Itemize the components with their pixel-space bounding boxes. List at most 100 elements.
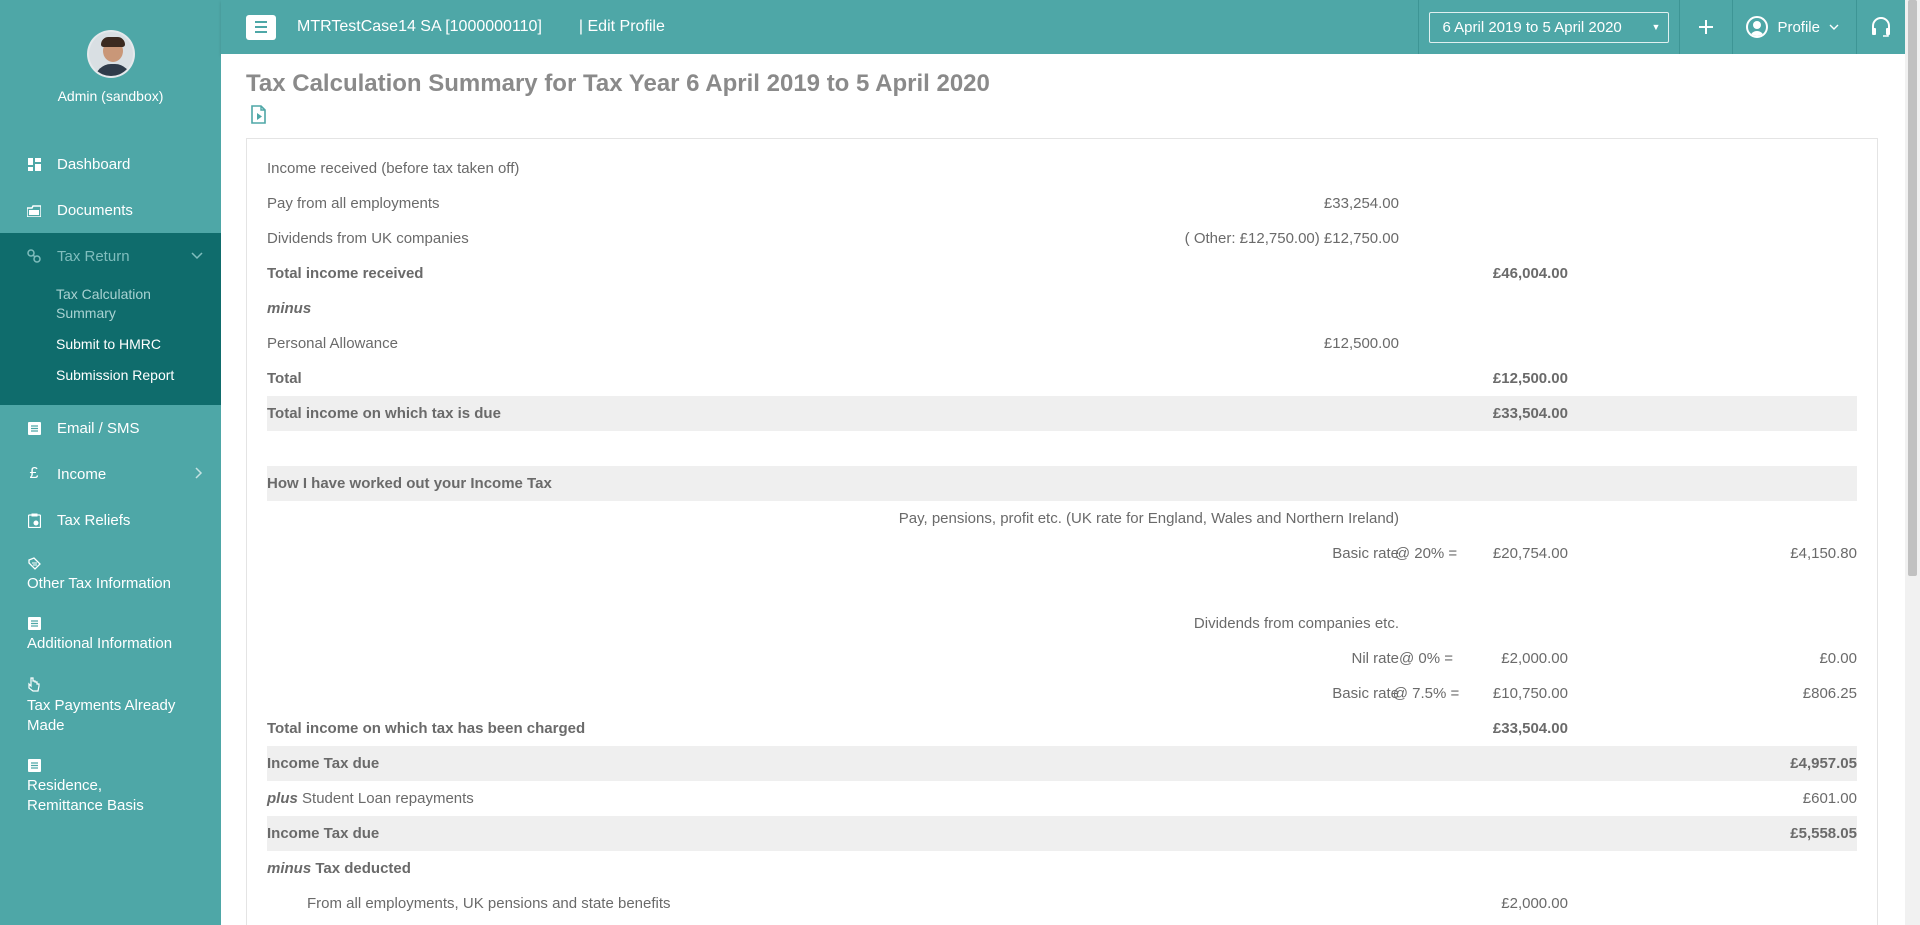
sidebar-item-label-wrap: Additional Information xyxy=(27,614,194,655)
sidebar-item-label: Income xyxy=(57,465,107,483)
export-document-icon[interactable] xyxy=(249,105,269,125)
avatar[interactable] xyxy=(86,30,135,78)
main-content: Tax Calculation Summary for Tax Year 6 A… xyxy=(221,54,1905,925)
hand-icon xyxy=(27,676,41,692)
rate-percentage: @ 7.5% = xyxy=(1392,685,1460,702)
table-row-spacer xyxy=(267,431,1857,466)
dashboard-icon xyxy=(27,157,41,171)
row-label: Pay from all employments xyxy=(267,195,440,212)
row-label: Total xyxy=(267,370,302,387)
row-amount: £33,254.00 xyxy=(1323,195,1399,212)
top-bar-actions: 6 April 2019 to 5 April 2020 ▼ Profile xyxy=(1418,0,1905,54)
profile-menu-button[interactable]: Profile xyxy=(1733,0,1856,54)
row-prefix: plus xyxy=(267,790,298,807)
list-icon xyxy=(27,421,41,435)
sidebar-item-tax-payments-already-made[interactable]: Tax Payments Already Made xyxy=(0,664,221,746)
table-row-spacer xyxy=(267,571,1857,606)
row-label-wrap: plus Student Loan repayments xyxy=(267,781,474,816)
tax-year-select[interactable]: 6 April 2019 to 5 April 2020 ▼ xyxy=(1429,11,1670,43)
rate-percentage: @ 20% = xyxy=(1394,545,1458,562)
list-icon xyxy=(27,759,41,773)
table-row: Basic rate £10,750.00 @ 7.5% = £806.25 xyxy=(267,676,1857,711)
sidebar-item-label: Tax Reliefs xyxy=(57,511,131,529)
row-label: Total income on which tax has been charg… xyxy=(267,720,586,737)
row-subtotal: £2,000.00 xyxy=(1501,895,1568,912)
chevron-down-icon xyxy=(1829,24,1839,30)
sidebar-item-residence-remittance-basis[interactable]: Residence, Remittance Basis xyxy=(0,746,221,827)
sidebar: Admin (sandbox) Dashboard Documents Tax … xyxy=(0,0,221,925)
sidebar-item-label-wrap: Other Tax Information xyxy=(27,553,194,594)
user-icon xyxy=(1746,16,1769,38)
list-icon xyxy=(27,617,41,631)
sidebar-item-documents[interactable]: Documents xyxy=(0,187,221,233)
documents-icon xyxy=(27,203,41,217)
sidebar-item-income[interactable]: £ Income xyxy=(0,451,221,497)
table-row: Total income on which tax is due £33,504… xyxy=(267,396,1857,431)
tax-return-group: Tax Return Tax Calculation Summary Submi… xyxy=(0,233,221,405)
scrollbar-thumb[interactable] xyxy=(1908,0,1917,576)
table-row: Personal Allowance £12,500.00 xyxy=(267,326,1857,361)
sidebar-nav: Dashboard Documents Tax Return Tax Calcu… xyxy=(0,141,221,826)
top-bar: MTRTestCase14 SA [1000000110] | Edit Pro… xyxy=(221,0,1905,54)
row-total: £4,957.05 xyxy=(1790,755,1857,772)
row-amount: ( Other: £12,750.00) £12,750.00 xyxy=(1184,230,1399,247)
table-row: Nil rate £2,000.00 @ 0% = £0.00 xyxy=(267,641,1857,676)
tag-icon xyxy=(27,556,41,570)
sidebar-item-label: Documents xyxy=(57,201,133,219)
rate-tax: £4,150.80 xyxy=(1790,545,1857,562)
sidebar-item-label: Tax Return xyxy=(57,247,130,265)
sidebar-item-tax-return[interactable]: Tax Return xyxy=(0,233,221,279)
rate-percentage: @ 0% = xyxy=(1398,650,1453,667)
row-description: Pay, pensions, profit etc. (UK rate for … xyxy=(898,510,1399,527)
sidebar-item-label: Additional Information xyxy=(27,635,173,652)
sidebar-item-label: Dashboard xyxy=(57,155,131,173)
table-row: From all employments, UK pensions and st… xyxy=(267,886,1857,921)
sidebar-subitem-submission-report[interactable]: Submission Report xyxy=(0,360,221,391)
table-row: Basic rate £20,754.00 @ 20% = £4,150.80 xyxy=(267,536,1857,571)
client-title: MTRTestCase14 SA [1000000110] xyxy=(297,18,542,35)
rate-band-amount: £10,750.00 xyxy=(1492,685,1568,702)
row-label-wrap: minus Tax deducted xyxy=(267,851,411,886)
sidebar-subitem-submit-to-hmrc[interactable]: Submit to HMRC xyxy=(0,329,221,360)
table-row: Total income received £46,004.00 xyxy=(267,256,1857,291)
row-label: minus xyxy=(267,300,312,317)
row-subtotal: £33,504.00 xyxy=(1492,720,1568,737)
section-heading: How I have worked out your Income Tax xyxy=(267,475,552,492)
sidebar-item-additional-information[interactable]: Additional Information xyxy=(0,604,221,665)
sidebar-item-dashboard[interactable]: Dashboard xyxy=(0,141,221,187)
headset-icon xyxy=(1872,17,1890,37)
sidebar-item-email-sms[interactable]: Email / SMS xyxy=(0,405,221,451)
add-button[interactable] xyxy=(1680,0,1732,54)
vertical-scrollbar[interactable] xyxy=(1905,0,1920,925)
row-label: Tax deducted xyxy=(315,860,411,877)
row-label: Income Tax due xyxy=(267,825,380,842)
table-row: minus Tax deducted xyxy=(267,851,1857,886)
row-label: From all employments, UK pensions and st… xyxy=(307,895,671,912)
sidebar-item-other-tax-information[interactable]: Other Tax Information xyxy=(0,543,221,604)
table-row: Income received (before tax taken off) xyxy=(267,151,1857,186)
rate-band-amount: £20,754.00 xyxy=(1492,545,1568,562)
row-subtotal: £33,504.00 xyxy=(1492,405,1568,422)
table-row: Income Tax due £5,558.05 xyxy=(267,816,1857,851)
rate-band-amount: £2,000.00 xyxy=(1501,650,1568,667)
row-total: £601.00 xyxy=(1802,790,1857,807)
page-title: Tax Calculation Summary for Tax Year 6 A… xyxy=(246,70,990,97)
plus-icon xyxy=(1699,20,1714,34)
chevron-down-icon xyxy=(191,249,203,263)
tax-calculation-table: Income received (before tax taken off) P… xyxy=(267,151,1857,921)
support-button[interactable] xyxy=(1857,0,1905,54)
table-row: minus xyxy=(267,291,1857,326)
table-row: Total £12,500.00 xyxy=(267,361,1857,396)
sidebar-subitem-tax-calculation-summary[interactable]: Tax Calculation Summary xyxy=(0,279,190,329)
menu-toggle-button[interactable] xyxy=(246,14,276,40)
tax-year-wrapper: 6 April 2019 to 5 April 2020 ▼ xyxy=(1419,0,1679,54)
sidebar-item-label: Residence, Remittance Basis xyxy=(27,777,144,814)
row-subtotal: £46,004.00 xyxy=(1492,265,1568,282)
pound-icon: £ xyxy=(29,465,39,482)
sidebar-item-label-wrap: Tax Payments Already Made xyxy=(27,674,194,736)
table-row: Total income on which tax has been charg… xyxy=(267,711,1857,746)
edit-profile-link[interactable]: | Edit Profile xyxy=(579,18,665,36)
sidebar-item-tax-reliefs[interactable]: Tax Reliefs xyxy=(0,497,221,543)
row-label: Personal Allowance xyxy=(267,335,398,352)
tax-year-value: 6 April 2019 to 5 April 2020 xyxy=(1442,18,1622,36)
